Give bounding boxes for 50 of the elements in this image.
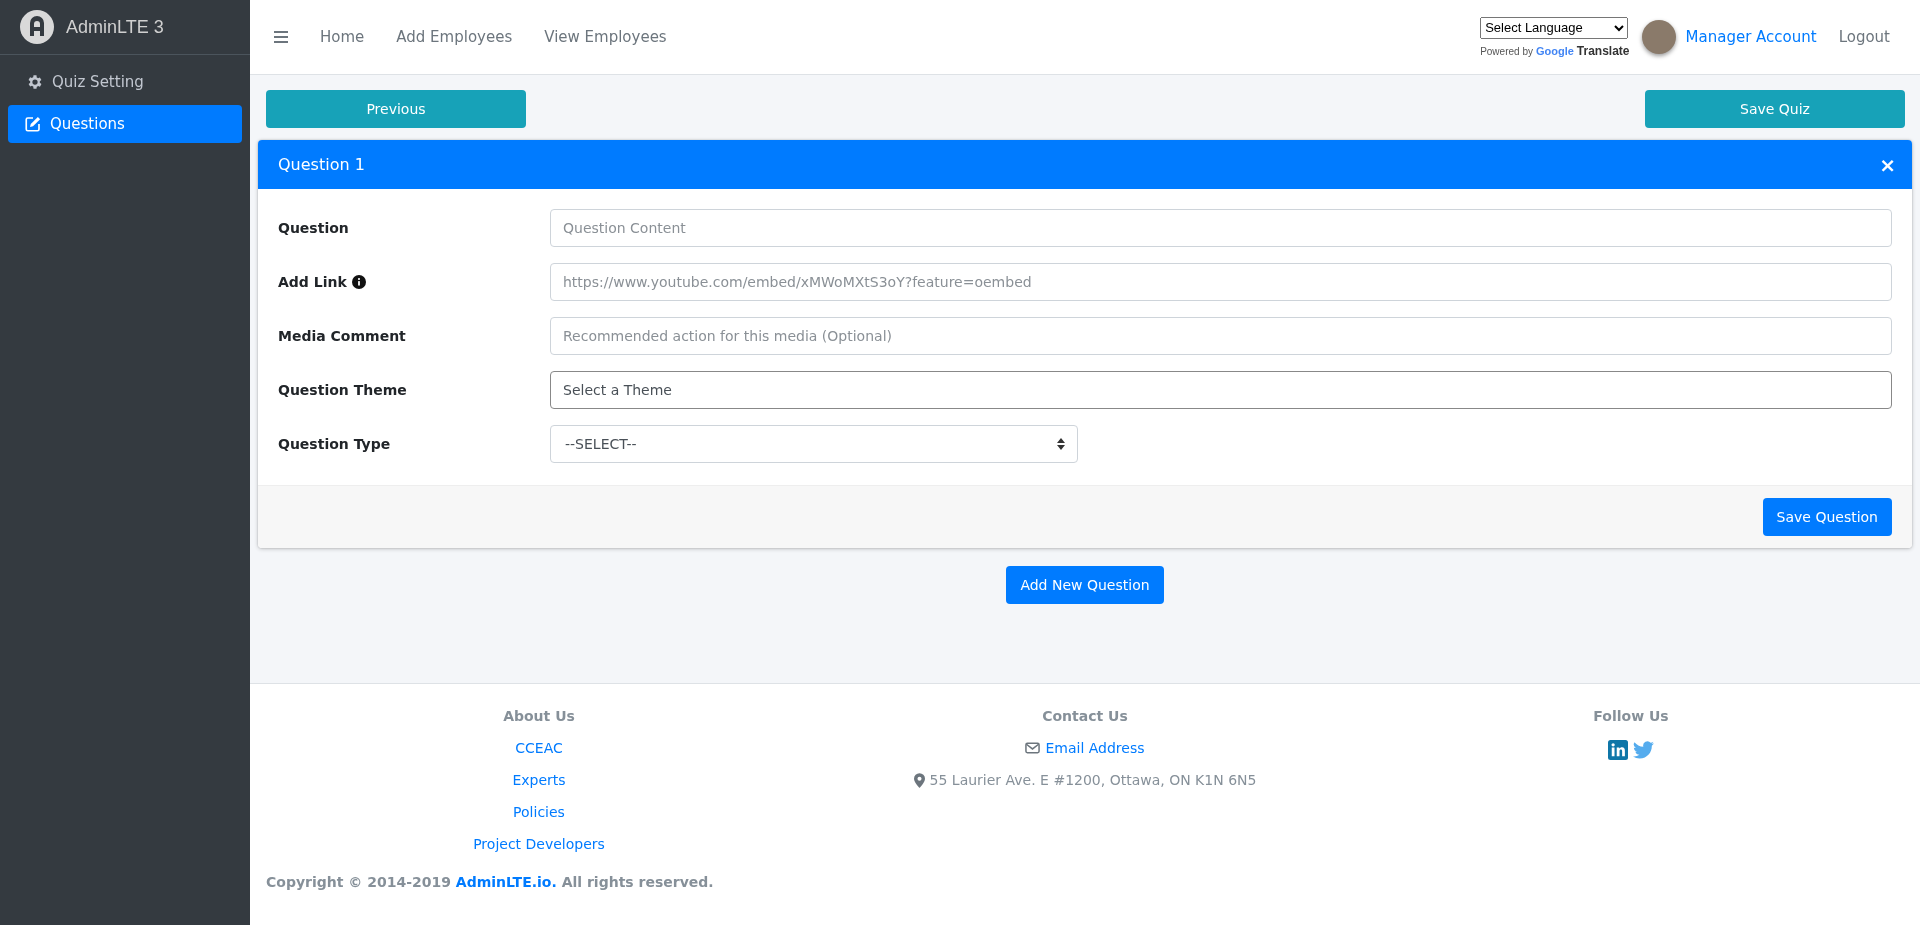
google-logo: Google bbox=[1535, 44, 1574, 57]
footer-link[interactable]: Policies bbox=[513, 804, 565, 820]
field-label: Question bbox=[278, 220, 349, 236]
edit-icon bbox=[24, 115, 42, 133]
type-select[interactable]: --SELECT-- bbox=[550, 425, 1078, 463]
footer-heading: Follow Us bbox=[1593, 708, 1669, 724]
footer-heading: About Us bbox=[503, 708, 575, 724]
menu-icon[interactable] bbox=[274, 31, 288, 43]
logout-link[interactable]: Logout bbox=[1838, 28, 1890, 46]
map-pin-icon bbox=[913, 772, 925, 788]
adminlte-link[interactable]: AdminLTE.io. bbox=[455, 874, 557, 890]
save-quiz-button[interactable]: Save Quiz bbox=[1645, 90, 1905, 128]
save-question-button[interactable]: Save Question bbox=[1762, 498, 1892, 536]
previous-button[interactable]: Previous bbox=[266, 90, 526, 128]
translate-text: Translate bbox=[1576, 43, 1630, 58]
nav-link[interactable]: Home bbox=[320, 28, 365, 46]
linkedin-icon[interactable] bbox=[1608, 740, 1628, 760]
footer-link[interactable]: Project Developers bbox=[473, 836, 605, 852]
add-question-button[interactable]: Add New Question bbox=[1006, 566, 1164, 604]
logo-icon bbox=[20, 10, 54, 44]
gear-icon bbox=[26, 73, 44, 91]
field-label: Question Type bbox=[278, 436, 391, 452]
theme-field[interactable]: Select a Theme bbox=[550, 371, 1892, 409]
language-select[interactable]: Select Language bbox=[1480, 16, 1629, 39]
nav-link[interactable]: Add Employees bbox=[396, 28, 513, 46]
footer-link[interactable]: CCEAC bbox=[515, 740, 563, 756]
footer-link[interactable]: Experts bbox=[512, 772, 566, 788]
email-link[interactable]: Email Address bbox=[1045, 740, 1145, 756]
nav-link[interactable]: View Employees bbox=[544, 28, 667, 46]
twitter-icon[interactable] bbox=[1633, 741, 1654, 759]
text-field[interactable]: Recommended action for this media (Optional) bbox=[550, 317, 1892, 355]
field-label: Question Theme bbox=[278, 382, 407, 398]
text-field[interactable]: https://www.youtube.com/embed/xMWoMXtS3oY?feature=oembed bbox=[550, 263, 1892, 301]
address-text: 55 Laurier Ave. E #1200, Ottawa, ON K1N 6N5 bbox=[929, 772, 1257, 788]
footer-heading: Contact Us bbox=[1042, 708, 1128, 724]
field-label: Add Link bbox=[278, 274, 347, 290]
envelope-icon bbox=[1025, 742, 1041, 754]
sidebar-item[interactable]: Quiz Setting bbox=[8, 63, 242, 101]
field-label: Media Comment bbox=[278, 328, 406, 344]
close-button[interactable]: × bbox=[1875, 152, 1900, 177]
brand-name: AdminLTE 3 bbox=[66, 16, 164, 38]
account-link[interactable]: Manager Account bbox=[1685, 28, 1817, 46]
sort-icon bbox=[1057, 438, 1065, 450]
text-field[interactable]: Question Content bbox=[550, 209, 1892, 247]
sidebar-item[interactable]: Questions bbox=[8, 105, 242, 143]
card-title: Question 1 bbox=[278, 155, 365, 174]
powered-by-text: Powered by bbox=[1480, 45, 1533, 57]
info-icon bbox=[351, 275, 366, 289]
avatar bbox=[1641, 20, 1676, 54]
copyright-text: Copyright © 2014-2019 AdminLTE.io. All rights reserved. bbox=[266, 874, 715, 890]
